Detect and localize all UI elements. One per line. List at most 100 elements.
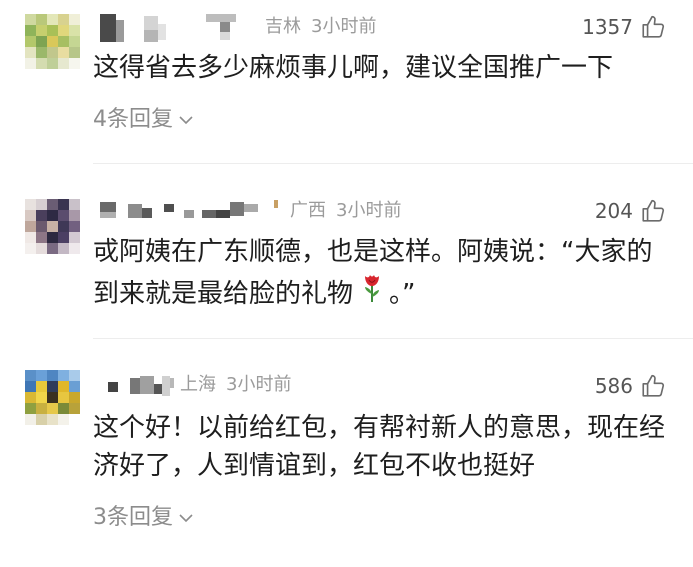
avatar-mosaic-cell: [47, 199, 58, 210]
avatar-mosaic-cell: [58, 14, 69, 25]
thumbs-up-icon: [640, 198, 666, 224]
username-mosaic-block: [128, 204, 142, 218]
avatar-mosaic-cell: [25, 210, 36, 221]
timestamp: 3小时前: [336, 200, 402, 221]
avatar-mosaic-cell: [25, 58, 36, 69]
comment-text-line: 这得省去多少麻烦事儿啊，建议全国推广一下: [93, 53, 614, 83]
avatar-mosaic-cell: [36, 403, 47, 414]
avatar-mosaic-cell: [69, 14, 80, 25]
avatar-mosaic-cell: [36, 14, 47, 25]
avatar-mosaic-cell: [69, 381, 80, 392]
replies-label: 3条回复: [93, 505, 173, 530]
username-mosaic-block: [100, 14, 116, 42]
avatar[interactable]: [25, 370, 80, 425]
avatar-mosaic-cell: [36, 414, 47, 425]
avatar-mosaic-cell: [25, 232, 36, 243]
avatar-mosaic-cell: [25, 221, 36, 232]
username-mosaic-block: [100, 202, 116, 212]
view-replies-link[interactable]: 4条回复: [93, 105, 194, 135]
comment-meta: 上海 3小时前: [180, 373, 291, 397]
avatar-mosaic-cell: [58, 199, 69, 210]
username-mosaic-block: [142, 208, 152, 218]
username-mosaic-block: [108, 382, 118, 392]
comment-text-line: 戓阿姨在广东顺德，也是这样。阿姨说：“大家的: [93, 237, 653, 267]
username-mosaic-block: [116, 20, 124, 42]
like-count: 586: [594, 374, 633, 398]
avatar-mosaic-cell: [47, 403, 58, 414]
avatar-mosaic-cell: [25, 25, 36, 36]
avatar[interactable]: [25, 14, 80, 69]
avatar-mosaic-cell: [69, 232, 80, 243]
username-pixelated[interactable]: [100, 10, 290, 44]
comment-text-segment: 到来就是最给脸的礼物: [93, 279, 354, 309]
avatar-mosaic-cell: [69, 392, 80, 403]
avatar-mosaic-cell: [47, 232, 58, 243]
username-pixelated[interactable]: [100, 198, 290, 232]
like-button[interactable]: 204: [595, 198, 666, 224]
avatar-mosaic-cell: [47, 14, 58, 25]
username-mosaic-block: [144, 16, 158, 30]
like-button[interactable]: 586: [595, 373, 666, 399]
comment-item: 吉林 3小时前 1357 这得省去多少麻烦事儿啊，建议全国推广一下 4条回复: [0, 0, 693, 164]
username-mosaic-block: [130, 378, 140, 394]
avatar-mosaic-cell: [47, 25, 58, 36]
username-mosaic-block: [170, 378, 174, 388]
avatar-mosaic-cell: [25, 14, 36, 25]
avatar-mosaic-cell: [47, 392, 58, 403]
comment-text-line: 济好了，人到情谊到，红包不收也挺好: [93, 451, 536, 481]
avatar-mosaic-cell: [69, 25, 80, 36]
avatar-mosaic-cell: [58, 414, 69, 425]
avatar-mosaic-cell: [36, 58, 47, 69]
avatar-mosaic-cell: [69, 58, 80, 69]
avatar-mosaic-cell: [25, 381, 36, 392]
view-replies-link[interactable]: 3条回复: [93, 503, 194, 533]
avatar-mosaic-cell: [69, 370, 80, 381]
avatar-mosaic-cell: [69, 199, 80, 210]
avatar-mosaic-cell: [69, 403, 80, 414]
location-label: 吉林: [265, 16, 301, 37]
thumbs-up-icon: [640, 373, 666, 399]
like-button[interactable]: 1357: [582, 14, 666, 40]
avatar-mosaic-cell: [36, 47, 47, 58]
avatar-mosaic-cell: [36, 381, 47, 392]
rose-emoji-icon: [361, 273, 383, 315]
username-mosaic-block: [216, 210, 230, 218]
avatar-mosaic-cell: [58, 47, 69, 58]
replies-label: 4条回复: [93, 107, 173, 132]
comment-text-segment: 。”: [389, 279, 416, 309]
avatar-mosaic-cell: [69, 221, 80, 232]
avatar-mosaic-cell: [36, 210, 47, 221]
comment-text-line: 这个好！以前给红包，有帮衬新人的意思，现在经: [93, 413, 666, 443]
username-mosaic-block: [220, 22, 230, 32]
avatar-mosaic-cell: [47, 58, 58, 69]
avatar-mosaic-cell: [58, 25, 69, 36]
avatar-mosaic-cell: [47, 210, 58, 221]
avatar-mosaic-cell: [47, 36, 58, 47]
comment-meta: 吉林 3小时前: [265, 15, 376, 39]
like-count: 204: [594, 199, 633, 223]
avatar-mosaic-cell: [25, 199, 36, 210]
username-mosaic-block: [206, 14, 236, 22]
avatar-mosaic-cell: [58, 58, 69, 69]
avatar-mosaic-cell: [58, 381, 69, 392]
avatar-mosaic-cell: [36, 243, 47, 254]
like-count: 1357: [582, 15, 633, 39]
username-mosaic-block: [140, 376, 154, 394]
avatar-mosaic-cell: [58, 221, 69, 232]
avatar-mosaic-cell: [58, 36, 69, 47]
avatar-mosaic-cell: [47, 370, 58, 381]
avatar-mosaic-cell: [69, 414, 80, 425]
avatar[interactable]: [25, 199, 80, 254]
avatar-mosaic-cell: [25, 403, 36, 414]
chevron-down-icon: [178, 503, 194, 533]
avatar-mosaic-cell: [36, 392, 47, 403]
avatar-mosaic-cell: [25, 414, 36, 425]
comment-item: 广西 3小时前 204 戓阿姨在广东顺德，也是这样。阿姨说：“大家的 到来就是最给…: [0, 164, 693, 339]
avatar-mosaic-cell: [25, 370, 36, 381]
avatar-mosaic-cell: [47, 221, 58, 232]
avatar-mosaic-cell: [36, 199, 47, 210]
username-mosaic-block: [164, 204, 174, 212]
avatar-mosaic-cell: [47, 47, 58, 58]
avatar-mosaic-cell: [69, 210, 80, 221]
username-pixelated[interactable]: [100, 372, 180, 406]
